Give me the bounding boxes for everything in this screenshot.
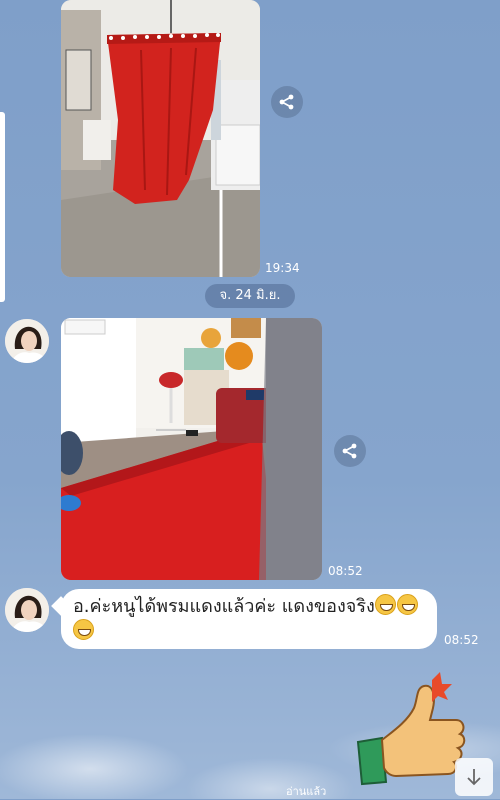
avatar-image — [5, 588, 49, 632]
avatar[interactable] — [5, 588, 49, 632]
grinning-emoji-icon — [374, 594, 396, 615]
image-message-1[interactable] — [61, 0, 260, 277]
date-separator: จ. 24 มิ.ย. — [205, 284, 295, 308]
photo-red-curtain — [61, 0, 260, 277]
avatar-image — [5, 319, 49, 363]
share-icon — [279, 94, 294, 110]
thumbs-up-icon — [356, 672, 466, 786]
share-icon — [342, 443, 357, 459]
read-status: อ่านแล้ว — [286, 785, 327, 798]
share-button-1[interactable] — [271, 86, 303, 118]
bubble-tail — [51, 596, 71, 616]
image-message-2[interactable] — [61, 318, 322, 580]
scroll-down-button[interactable] — [455, 758, 493, 796]
photo-red-carpet-room — [61, 318, 322, 580]
timestamp-3: 08:52 — [444, 633, 479, 647]
timestamp-2: 08:52 — [328, 564, 363, 578]
grinning-emoji-icon — [73, 619, 94, 640]
thumbs-up-sticker[interactable] — [352, 672, 472, 787]
left-edge-panel — [0, 112, 5, 302]
arrow-down-icon — [467, 769, 481, 786]
grinning-emoji-icon — [396, 594, 418, 615]
message-text: อ.ค่ะหนูได้พรมแดงแล้วค่ะ แดงของจริง — [73, 596, 375, 617]
avatar[interactable] — [5, 319, 49, 363]
share-button-2[interactable] — [334, 435, 366, 467]
text-message-bubble[interactable]: อ.ค่ะหนูได้พรมแดงแล้วค่ะ แดงของจริง — [51, 589, 437, 649]
timestamp-1: 19:34 — [265, 261, 300, 275]
